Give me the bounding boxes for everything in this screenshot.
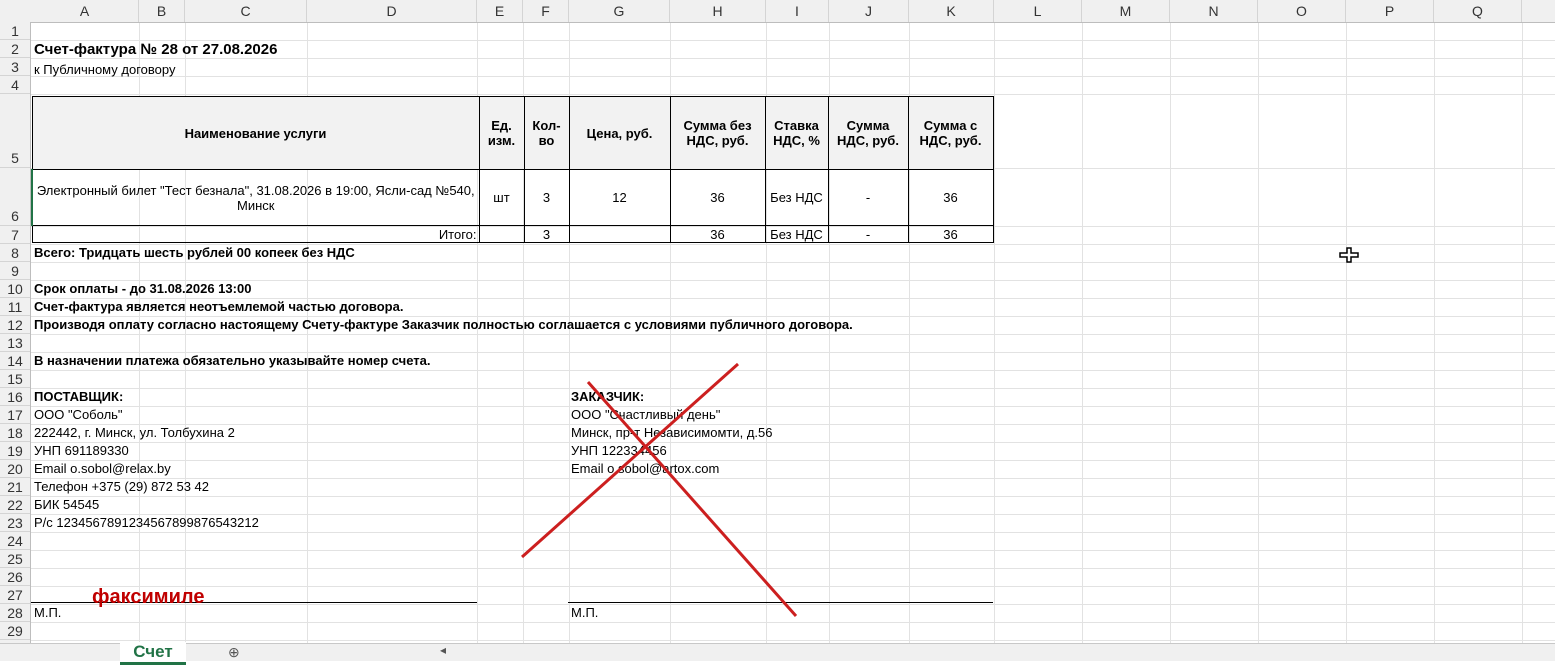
- sheet-tab[interactable]: Счет: [120, 642, 186, 665]
- cursor-cross-icon: [1339, 247, 1359, 263]
- cross-line-2: [521, 362, 739, 559]
- red-cross-mark: [521, 247, 1359, 617]
- sheet-tab-bar: Счет ⊕ ◂: [0, 642, 1555, 665]
- cross-line-1: [586, 381, 798, 617]
- scroll-left-icon[interactable]: ◂: [440, 643, 446, 657]
- add-sheet-icon[interactable]: ⊕: [228, 644, 240, 661]
